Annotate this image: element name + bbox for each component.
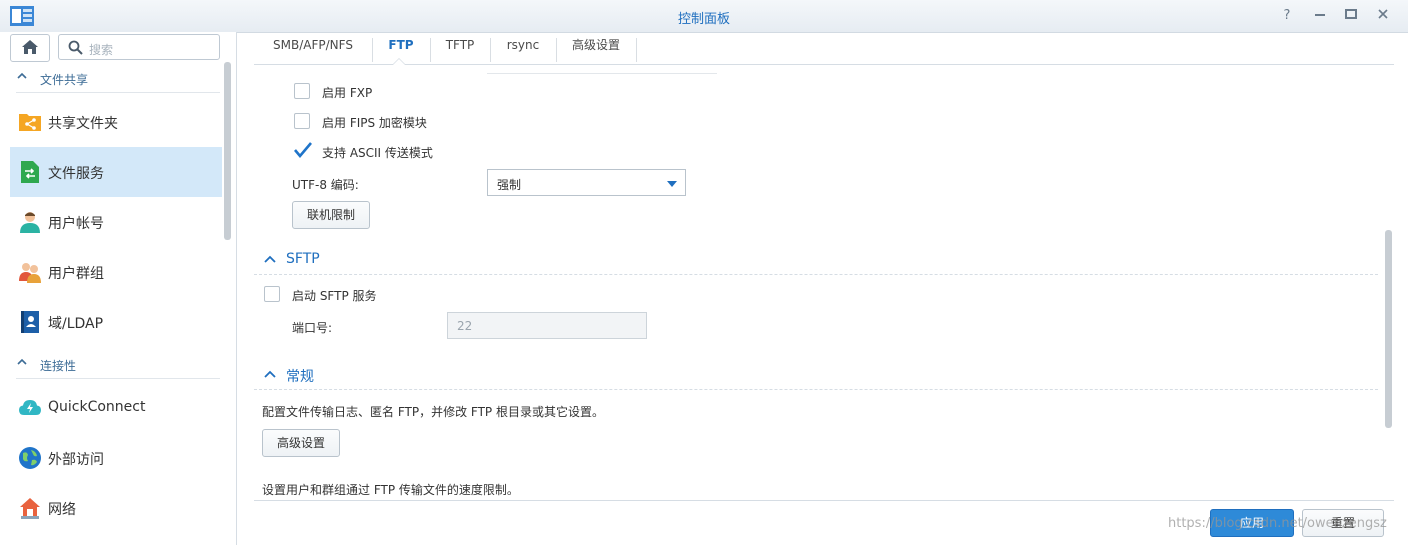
sidebar-item-user-group[interactable]: 用户群组 <box>10 247 222 297</box>
home-button[interactable] <box>10 34 50 62</box>
utf8-encoding-select[interactable]: 强制 <box>487 169 686 196</box>
maximize-icon[interactable] <box>1343 8 1359 24</box>
enable-fxp-checkbox[interactable] <box>294 83 310 99</box>
minimize-icon[interactable] <box>1312 8 1328 24</box>
port-input[interactable]: 22 <box>447 312 647 339</box>
sidebar-item-shared-folder[interactable]: 共享文件夹 <box>10 97 222 147</box>
enable-fxp-label: 启用 FXP <box>322 86 373 100</box>
file-services-icon <box>21 161 39 183</box>
general-description: 配置文件传输日志、匿名 FTP，并修改 FTP 根目录或其它设置。 <box>262 405 604 419</box>
sidebar: 搜索 文件共享 共享文件夹 文件服务 用户帐号 用户群组 域/LDAP 连接性 … <box>0 32 237 545</box>
enable-sftp-label: 启动 SFTP 服务 <box>292 289 377 303</box>
network-icon <box>20 498 40 519</box>
connection-limit-button[interactable]: 联机限制 <box>292 201 370 229</box>
title-bar: 控制面板 ? <box>0 0 1408 33</box>
watermark: https://blog.csdn.net/owenzengsz <box>1168 516 1387 531</box>
tab-tftp[interactable]: TFTP <box>430 38 491 62</box>
active-tab-pointer <box>392 58 406 65</box>
search-icon <box>68 40 83 55</box>
enable-sftp-checkbox[interactable] <box>264 286 280 302</box>
main-scrollbar[interactable] <box>1385 230 1392 428</box>
divider <box>487 73 717 74</box>
chevron-up-icon <box>264 370 276 378</box>
checkmark-icon <box>294 142 312 159</box>
chevron-up-icon <box>17 358 27 365</box>
home-icon <box>22 40 38 54</box>
advanced-settings-button[interactable]: 高级设置 <box>262 429 340 457</box>
sidebar-item-network[interactable]: 网络 <box>10 483 222 533</box>
tab-advanced[interactable]: 高级设置 <box>556 38 637 62</box>
sidebar-item-file-services[interactable]: 文件服务 <box>10 147 222 197</box>
sidebar-scrollbar[interactable] <box>224 62 231 240</box>
sidebar-item-domain-ldap[interactable]: 域/LDAP <box>10 297 222 347</box>
sftp-section-header[interactable]: SFTP <box>254 246 1378 275</box>
sidebar-item-user-account[interactable]: 用户帐号 <box>10 197 222 247</box>
shared-folder-icon <box>19 114 41 131</box>
speed-limit-description: 设置用户和群组通过 FTP 传输文件的速度限制。 <box>262 483 519 497</box>
general-section-title: 常规 <box>286 369 314 385</box>
enable-fips-checkbox[interactable] <box>294 113 310 129</box>
search-placeholder: 搜索 <box>89 43 114 57</box>
enable-fips-label: 启用 FIPS 加密模块 <box>322 116 427 130</box>
group-icon <box>19 263 41 283</box>
port-value: 22 <box>457 319 473 333</box>
ascii-mode-checkbox[interactable] <box>294 142 312 159</box>
utf8-encoding-value: 强制 <box>497 178 522 192</box>
tab-bar: SMB/AFP/NFS FTP TFTP rsync 高级设置 <box>254 32 1394 65</box>
general-section-header[interactable]: 常规 <box>254 361 1378 390</box>
sftp-section-title: SFTP <box>286 251 320 267</box>
close-icon[interactable] <box>1375 8 1391 24</box>
domain-ldap-icon <box>21 311 39 333</box>
external-access-icon <box>19 447 41 469</box>
chevron-down-icon <box>667 181 677 187</box>
chevron-up-icon <box>264 255 276 263</box>
window-title: 控制面板 <box>677 12 730 27</box>
sidebar-item-quickconnect[interactable]: QuickConnect <box>10 383 222 433</box>
sidebar-item-external-access[interactable]: 外部访问 <box>10 433 222 483</box>
quickconnect-icon <box>19 400 41 415</box>
search-input[interactable]: 搜索 <box>58 34 220 60</box>
chevron-up-icon <box>17 72 27 79</box>
tab-rsync[interactable]: rsync <box>490 38 557 62</box>
section-header-connectivity[interactable]: 连接性 <box>16 352 220 379</box>
help-icon[interactable]: ? <box>1279 8 1295 24</box>
utf8-encoding-label: UTF-8 编码: <box>292 178 359 192</box>
tab-smb-afp-nfs[interactable]: SMB/AFP/NFS <box>254 38 373 62</box>
port-label: 端口号: <box>292 321 333 335</box>
user-icon <box>20 212 40 233</box>
section-header-file-sharing[interactable]: 文件共享 <box>16 66 220 93</box>
ascii-mode-label: 支持 ASCII 传送模式 <box>322 146 433 160</box>
